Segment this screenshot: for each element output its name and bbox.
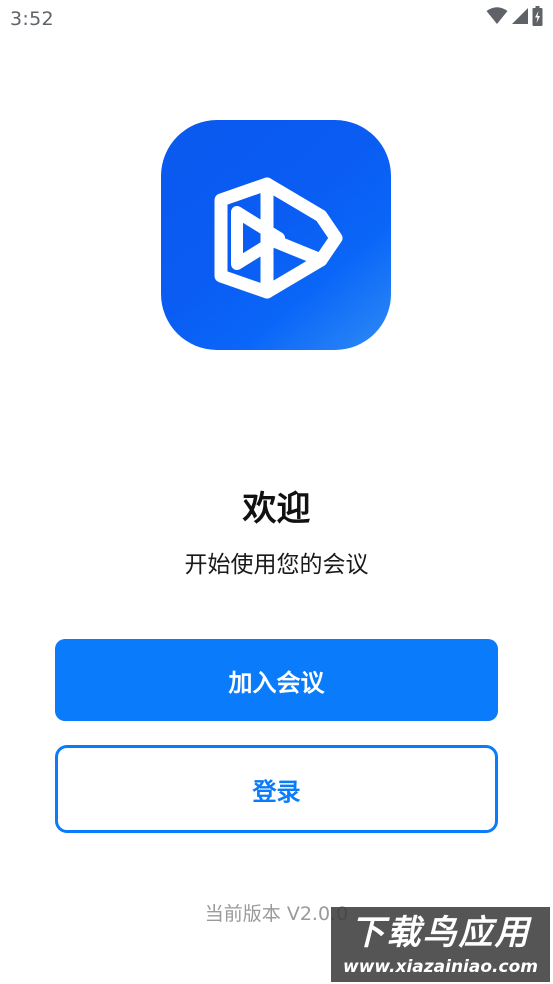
status-time: 3:52 bbox=[10, 8, 54, 30]
watermark: 下载鸟应用 www.xiazainiao.com bbox=[331, 907, 550, 982]
status-icons bbox=[486, 6, 543, 30]
watermark-title: 下载鸟应用 bbox=[350, 913, 531, 953]
status-bar: 3:52 bbox=[0, 0, 553, 36]
wifi-icon bbox=[486, 7, 508, 29]
login-button[interactable]: 登录 bbox=[55, 745, 498, 833]
login-label: 登录 bbox=[252, 777, 301, 806]
cellular-signal-icon bbox=[511, 7, 529, 29]
watermark-url: www.xiazainiao.com bbox=[343, 957, 538, 977]
play-logo-icon bbox=[214, 177, 343, 299]
app-logo bbox=[161, 120, 391, 350]
welcome-subtitle: 开始使用您的会议 bbox=[184, 552, 369, 578]
battery-charging-icon bbox=[532, 6, 543, 30]
join-meeting-label: 加入会议 bbox=[228, 668, 325, 697]
join-meeting-button[interactable]: 加入会议 bbox=[55, 639, 498, 721]
welcome-title: 欢迎 bbox=[242, 489, 311, 529]
